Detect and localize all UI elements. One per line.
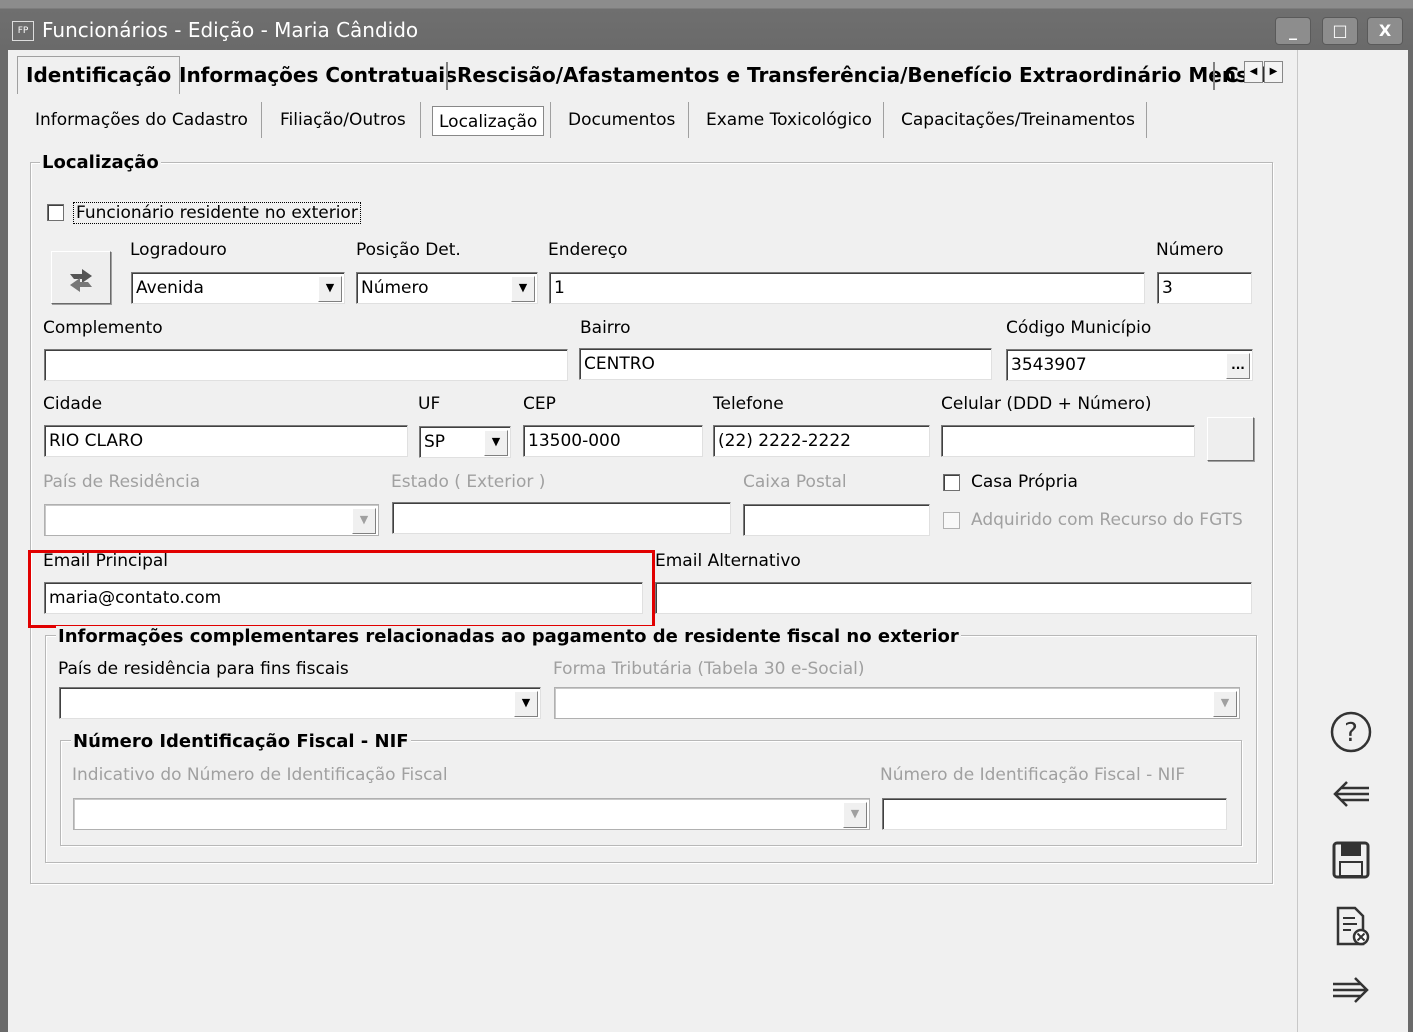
codigo-municipio-label: Código Município <box>1006 318 1152 338</box>
codigo-municipio-value: 3543907 <box>1011 355 1087 375</box>
forward-arrow-icon[interactable] <box>1325 968 1377 1020</box>
window-title: Funcionários - Edição - Maria Cândido <box>42 18 419 42</box>
cidade-label: Cidade <box>43 394 103 414</box>
logradouro-label: Logradouro <box>130 240 227 260</box>
svg-text:?: ? <box>1344 718 1358 748</box>
subtab-capacitacoes[interactable]: Capacitações/Treinamentos <box>901 104 1135 136</box>
casa-propria-checkbox[interactable] <box>943 474 960 491</box>
numero-nif-label: Número de Identificação Fiscal - NIF <box>880 765 1186 785</box>
app-icon: FP <box>12 21 34 41</box>
tab-scroll-right-icon[interactable]: ▶ <box>1264 61 1283 83</box>
subtab-separator <box>261 102 262 138</box>
swap-address-button[interactable] <box>51 251 111 304</box>
tab-scroll-left-icon[interactable]: ◀ <box>1244 61 1263 83</box>
chevron-down-icon[interactable]: ▼ <box>352 508 376 534</box>
indicativo-nif-label: Indicativo do Número de Identificação Fi… <box>72 765 448 785</box>
pais-fiscal-label: País de residência para fins fiscais <box>58 659 349 679</box>
telefone-label: Telefone <box>713 394 784 414</box>
numero-nif-input[interactable] <box>882 798 1227 830</box>
cep-input[interactable]: 13500-000 <box>523 425 703 457</box>
endereco-input[interactable]: 1 <box>549 272 1145 304</box>
subtab-separator <box>1146 102 1147 138</box>
bairro-input[interactable]: CENTRO <box>579 348 992 380</box>
chevron-down-icon[interactable]: ▼ <box>511 276 535 302</box>
save-icon[interactable] <box>1325 838 1377 890</box>
pais-residencia-select[interactable]: ▼ <box>44 504 379 536</box>
complementares-legend: Informações complementares relacionadas … <box>56 626 961 647</box>
tab-informacoes-contratuais[interactable]: Informações Contratuais <box>179 57 457 94</box>
indicativo-nif-select[interactable]: ▼ <box>73 798 870 830</box>
subtab-filiacao[interactable]: Filiação/Outros <box>280 104 406 136</box>
complemento-label: Complemento <box>43 318 163 338</box>
window-frame-right <box>1408 50 1413 1032</box>
ellipsis-button[interactable]: ... <box>1226 353 1250 379</box>
nif-legend: Número Identificação Fiscal - NIF <box>71 731 411 752</box>
subtab-exame-toxicologico[interactable]: Exame Toxicológico <box>706 104 872 136</box>
uf-label: UF <box>418 394 441 414</box>
pais-residencia-label: País de Residência <box>43 472 201 492</box>
bairro-label: Bairro <box>580 318 631 338</box>
swap-arrows-icon <box>70 269 92 292</box>
adquirido-fgts-checkbox[interactable] <box>943 512 960 529</box>
logradouro-select[interactable]: Avenida ▼ <box>131 272 345 304</box>
tab-rescisao[interactable]: Rescisão/Afastamentos e Transferência/Be… <box>457 57 1268 94</box>
subtab-informacoes-cadastro[interactable]: Informações do Cadastro <box>35 104 248 136</box>
minimize-button[interactable]: _ <box>1275 17 1311 45</box>
localizacao-legend: Localização <box>40 152 161 173</box>
chevron-down-icon[interactable]: ▼ <box>484 430 508 456</box>
chevron-down-icon[interactable]: ▼ <box>843 802 867 828</box>
subtab-localizacao[interactable]: Localização <box>432 106 545 136</box>
email-alternativo-input[interactable] <box>655 582 1252 614</box>
chevron-down-icon[interactable]: ▼ <box>1213 691 1237 717</box>
cancel-document-icon[interactable] <box>1325 904 1377 956</box>
adquirido-fgts-label: Adquirido com Recurso do FGTS <box>971 510 1243 530</box>
forma-tributaria-label: Forma Tributária (Tabela 30 e-Social) <box>553 659 865 679</box>
uf-select[interactable]: SP ▼ <box>419 426 511 458</box>
logradouro-value: Avenida <box>136 278 204 298</box>
chevron-down-icon[interactable]: ▼ <box>318 276 342 302</box>
cidade-input[interactable]: RIO CLARO <box>44 425 408 457</box>
numero-label: Número <box>1156 240 1224 260</box>
subtab-separator <box>420 102 421 138</box>
tab-truncated[interactable]: C <box>1224 57 1239 94</box>
estado-exterior-input[interactable] <box>392 502 731 534</box>
subtab-documentos[interactable]: Documentos <box>568 104 675 136</box>
pais-fiscal-select[interactable]: ▼ <box>59 687 541 719</box>
chevron-down-icon[interactable]: ▼ <box>514 691 538 717</box>
estado-exterior-label: Estado ( Exterior ) <box>391 472 546 492</box>
celular-label: Celular (DDD + Número) <box>941 394 1152 414</box>
tab-separator <box>1213 62 1215 90</box>
cep-label: CEP <box>523 394 556 414</box>
forma-tributaria-select[interactable]: ▼ <box>554 687 1240 719</box>
residente-exterior-label[interactable]: Funcionário residente no exterior <box>73 202 361 224</box>
back-arrow-icon[interactable] <box>1325 772 1377 824</box>
codigo-municipio-input[interactable]: 3543907... <box>1006 349 1253 381</box>
subtab-separator <box>550 102 551 138</box>
telefone-input[interactable]: (22) 2222-2222 <box>713 425 930 457</box>
posicao-det-select[interactable]: Número ▼ <box>356 272 538 304</box>
celular-extra-button[interactable] <box>1207 417 1254 461</box>
highlight-box <box>28 550 655 628</box>
posicao-det-value: Número <box>361 278 429 298</box>
complemento-input[interactable] <box>44 349 568 381</box>
subtab-separator <box>688 102 689 138</box>
maximize-button[interactable]: □ <box>1322 17 1358 45</box>
window-frame-left <box>0 50 8 1032</box>
tab-identificacao[interactable]: Identificação <box>17 56 181 94</box>
help-icon[interactable]: ? <box>1325 710 1377 762</box>
close-button[interactable]: X <box>1367 17 1403 45</box>
caixa-postal-input[interactable] <box>743 504 930 536</box>
residente-exterior-checkbox[interactable] <box>47 204 64 221</box>
nif-group <box>60 740 1242 846</box>
tab-separator <box>446 62 448 90</box>
caixa-postal-label: Caixa Postal <box>743 472 847 492</box>
subtab-separator <box>883 102 884 138</box>
celular-input[interactable] <box>941 425 1195 457</box>
numero-input[interactable]: 3 <box>1157 272 1252 304</box>
casa-propria-label: Casa Própria <box>971 472 1078 492</box>
uf-value: SP <box>424 432 446 452</box>
email-alternativo-label: Email Alternativo <box>655 551 801 571</box>
endereco-label: Endereço <box>548 240 628 260</box>
posicao-det-label: Posição Det. <box>356 240 461 260</box>
